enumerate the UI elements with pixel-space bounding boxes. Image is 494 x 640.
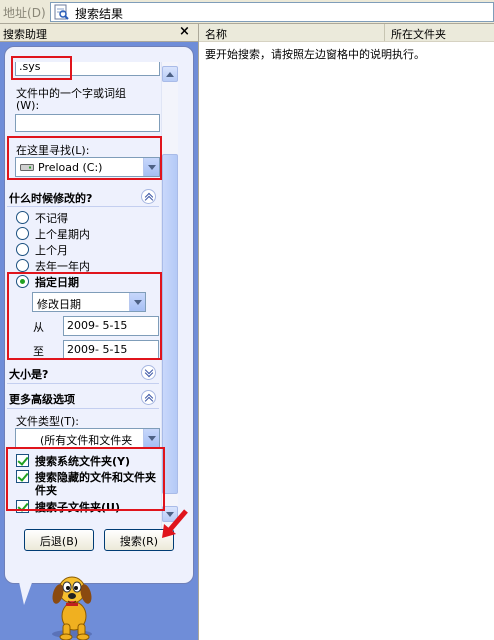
from-label: 从	[33, 321, 44, 334]
scroll-up-icon[interactable]	[162, 66, 178, 82]
collapse-chevron-icon[interactable]	[141, 390, 156, 405]
column-header-label: 名称	[205, 28, 227, 41]
dog-assistant-icon[interactable]	[44, 570, 104, 640]
search-hidden-files-checkbox[interactable]	[16, 470, 29, 483]
checkbox-label: 搜索系统文件夹(Y)	[35, 455, 131, 468]
search-options-area: .sys 文件中的一个字或词组 (W): 在这里寻找(L): Preload (…	[7, 62, 177, 530]
date-option-label: 上个月	[35, 244, 68, 257]
back-button[interactable]: 后退(B)	[24, 529, 94, 551]
divider	[7, 408, 159, 409]
results-pane: 名称 所在文件夹 要开始搜索，请按照左边窗格中的说明执行。	[198, 24, 494, 640]
balloon-tail	[18, 577, 34, 605]
date-option-label: 不记得	[35, 212, 68, 225]
search-system-folders-checkbox[interactable]	[16, 454, 29, 467]
from-date-field[interactable]: 2009- 5-15	[63, 316, 159, 336]
to-label: 至	[33, 345, 44, 358]
pane-title: 搜索助理	[3, 28, 47, 41]
filename-field[interactable]: .sys	[15, 62, 160, 76]
date-type-value: 修改日期	[37, 298, 81, 311]
divider	[7, 383, 159, 384]
word-field[interactable]	[15, 114, 160, 132]
address-value: 搜索结果	[75, 7, 124, 21]
date-option-label: 去年一年内	[35, 260, 90, 273]
lookin-label: 在这里寻找(L):	[16, 144, 90, 157]
column-header-folder[interactable]: 所在文件夹	[385, 24, 494, 41]
advanced-section-header[interactable]: 更多高级选项	[8, 389, 158, 407]
date-radio[interactable]	[16, 211, 29, 224]
dropdown-arrow-icon[interactable]	[143, 158, 159, 176]
vertical-scrollbar[interactable]	[161, 62, 178, 530]
filetype-select[interactable]: (所有文件和文件夹	[15, 428, 160, 448]
close-icon[interactable]: ×	[179, 24, 190, 39]
red-arrow-icon	[162, 509, 188, 538]
lookin-select[interactable]: Preload (C:)	[15, 157, 160, 177]
expand-chevron-icon[interactable]	[141, 365, 156, 380]
to-date-field[interactable]: 2009- 5-15	[63, 340, 159, 360]
search-companion-pane: 搜索助理 × .sys 文件中的一个字或词组 (W): 在这里寻找(L): Pr…	[0, 24, 198, 640]
date-option-label: 指定日期	[35, 276, 79, 289]
size-section-title: 大小是?	[9, 368, 49, 381]
scroll-thumb[interactable]	[162, 154, 178, 494]
lookin-value: Preload (C:)	[38, 161, 103, 174]
date-radio[interactable]	[16, 243, 29, 256]
dropdown-arrow-icon[interactable]	[143, 429, 159, 447]
filetype-label: 文件类型(T):	[16, 415, 80, 428]
column-header-name[interactable]: 名称	[199, 24, 385, 41]
modified-section-header[interactable]: 什么时候修改的?	[8, 188, 158, 206]
pane-header: 搜索助理 ×	[0, 24, 198, 42]
dropdown-arrow-icon[interactable]	[129, 293, 145, 311]
collapse-chevron-icon[interactable]	[141, 189, 156, 204]
column-header-label: 所在文件夹	[391, 28, 446, 41]
results-message: 要开始搜索，请按照左边窗格中的说明执行。	[205, 48, 425, 61]
date-radio[interactable]	[16, 259, 29, 272]
date-option-label: 上个星期内	[35, 228, 90, 241]
advanced-section-title: 更多高级选项	[9, 393, 75, 406]
checkbox-label: 搜索子文件夹(U)	[35, 501, 120, 514]
modified-section-title: 什么时候修改的?	[9, 192, 93, 205]
date-radio-selected[interactable]	[16, 275, 29, 288]
drive-icon	[20, 164, 34, 171]
address-bar: 地址(D) 搜索结果	[0, 0, 494, 24]
filetype-value: (所有文件和文件夹	[40, 434, 133, 447]
date-radio[interactable]	[16, 227, 29, 240]
column-header-row: 名称 所在文件夹	[199, 24, 494, 42]
address-label: 地址(D)	[3, 6, 46, 20]
search-subfolders-checkbox[interactable]	[16, 500, 29, 513]
search-results-icon	[54, 4, 69, 20]
size-section-header[interactable]: 大小是?	[8, 364, 158, 382]
divider	[7, 206, 159, 207]
checkbox-label-continued: 件夹	[35, 484, 57, 497]
word-shortcut: (W):	[16, 99, 40, 112]
address-field[interactable]: 搜索结果	[50, 2, 494, 22]
date-type-select[interactable]: 修改日期	[32, 292, 146, 312]
